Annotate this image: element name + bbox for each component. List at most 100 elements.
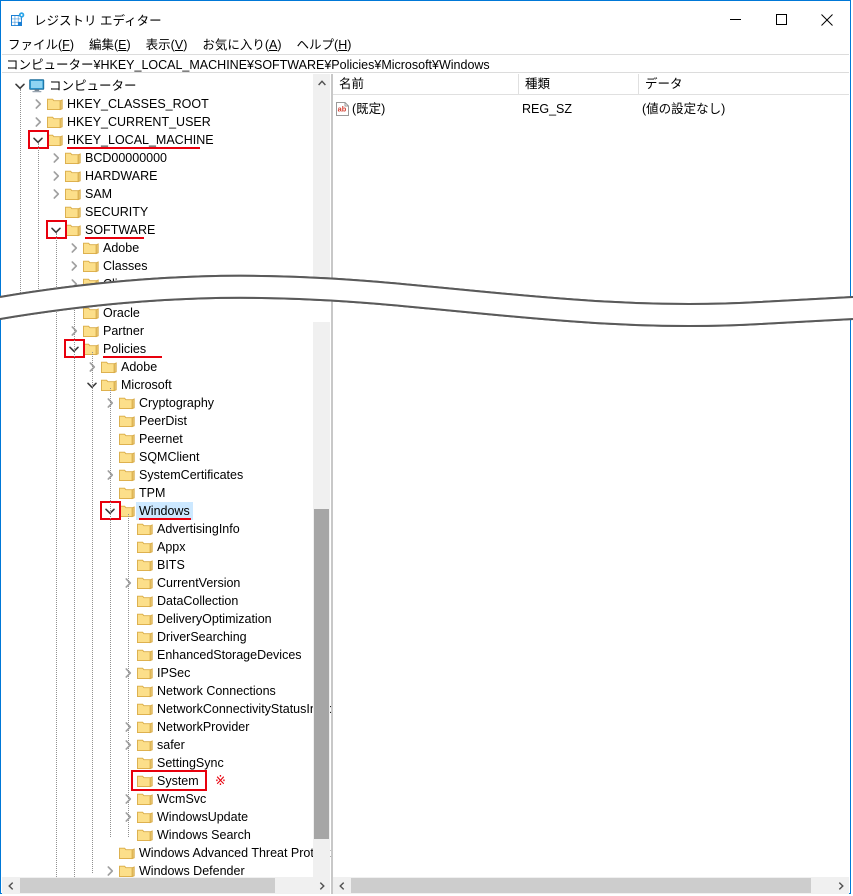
column-header-data[interactable]: データ xyxy=(639,74,849,94)
tree-guide-line xyxy=(110,388,111,837)
folder-icon xyxy=(119,396,135,410)
folder-icon xyxy=(137,540,153,554)
tree-item-label: SQMClient xyxy=(139,450,200,464)
tree-item-label: SystemCertificates xyxy=(139,468,244,482)
tree-item-label: Appx xyxy=(157,540,186,554)
tree-hscroll-right-button[interactable] xyxy=(313,877,330,894)
column-header-name[interactable]: 名前 xyxy=(333,74,519,94)
values-column-header: 名前 種類 データ xyxy=(333,74,849,95)
folder-icon xyxy=(137,828,153,842)
folder-icon xyxy=(65,169,81,183)
chevron-right-icon[interactable] xyxy=(48,150,64,166)
registry-values-pane[interactable]: 名前 種類 データ ab (既定) REG_SZ (値の設定なし) xyxy=(333,74,849,894)
tree-item-label: System xyxy=(157,774,199,788)
tree-item-label: SAM xyxy=(85,187,113,201)
folder-icon xyxy=(119,486,135,500)
tree-item-label: Windows Advanced Threat Protect xyxy=(139,846,331,860)
folder-icon xyxy=(83,277,99,291)
list-hscroll-left-button[interactable] xyxy=(333,877,350,894)
list-hscrollbar-thumb[interactable] xyxy=(351,878,811,893)
tree-item-label: IPSec xyxy=(157,666,191,680)
tree-vertical-scrollbar-lower[interactable] xyxy=(313,322,330,894)
tree-item-label: Clients xyxy=(103,277,142,291)
registry-editor-icon xyxy=(10,11,26,28)
chevron-right-icon[interactable] xyxy=(66,276,82,292)
tree-item-label: PeerDist xyxy=(139,414,187,428)
folder-icon xyxy=(137,756,153,770)
value-type: REG_SZ xyxy=(522,102,573,116)
folder-icon xyxy=(137,558,153,572)
tree-guide-line xyxy=(74,352,75,879)
column-header-type[interactable]: 種類 xyxy=(519,74,639,94)
tree-item-label: HKEY_CLASSES_ROOT xyxy=(67,97,209,111)
value-row-default[interactable]: ab (既定) REG_SZ (値の設定なし) xyxy=(333,100,849,119)
tree-item-label: WindowsUpdate xyxy=(157,810,249,824)
folder-icon xyxy=(83,241,99,255)
list-hscroll-right-button[interactable] xyxy=(832,877,849,894)
chevron-right-icon[interactable] xyxy=(30,96,46,112)
folder-icon xyxy=(119,846,135,860)
tree-guide-line xyxy=(38,143,39,293)
folder-icon xyxy=(101,378,117,392)
chevron-right-icon[interactable] xyxy=(66,258,82,274)
tree-item-label: Network Connections xyxy=(157,684,276,698)
folder-icon xyxy=(65,205,81,219)
tree-item-label: AdvertisingInfo xyxy=(157,522,240,536)
chevron-right-icon[interactable] xyxy=(30,114,46,130)
tree-item-label: WcmSvc xyxy=(157,792,207,806)
tree-item-label: HARDWARE xyxy=(85,169,158,183)
tree-horizontal-scrollbar[interactable] xyxy=(2,877,330,894)
menu-favorites[interactable]: お気に入り(A) xyxy=(202,34,281,53)
chevron-right-icon[interactable] xyxy=(66,240,82,256)
tree-item-label: safer xyxy=(157,738,185,752)
tree-item-label: HKEY_CURRENT_USER xyxy=(67,115,211,129)
folder-icon xyxy=(137,738,153,752)
value-data: (値の設定なし) xyxy=(642,102,726,116)
tree-guide-line xyxy=(20,89,21,293)
registry-tree-pane[interactable]: コンピューター HKEY_CLASSES_ROOT HKEY_CURRENT_USE… xyxy=(2,74,331,894)
address-bar[interactable]: コンピューター¥HKEY_LOCAL_MACHINE¥SOFTWARE¥Poli… xyxy=(2,54,849,73)
folder-icon xyxy=(137,684,153,698)
tree-scrollbar-thumb[interactable] xyxy=(314,509,329,839)
tree-item-label: Microsoft xyxy=(121,378,172,392)
tree-item-label: Windows Search xyxy=(157,828,251,842)
folder-icon xyxy=(137,810,153,824)
folder-icon xyxy=(119,450,135,464)
folder-icon xyxy=(119,432,135,446)
tree-guide-line xyxy=(92,352,93,873)
svg-text:ab: ab xyxy=(338,105,347,114)
tree-item-label: Windows xyxy=(136,502,193,520)
menu-edit[interactable]: 編集(E) xyxy=(89,34,131,53)
folder-icon xyxy=(137,648,153,662)
window-title: レジストリ エディター xyxy=(34,14,162,28)
chevron-right-icon[interactable] xyxy=(48,168,64,184)
tree-vertical-scrollbar-upper[interactable] xyxy=(313,74,330,292)
folder-icon xyxy=(119,864,135,878)
folder-icon xyxy=(65,223,81,237)
tree-scroll-up-button[interactable] xyxy=(313,74,330,91)
list-horizontal-scrollbar[interactable] xyxy=(333,877,849,894)
chevron-right-icon[interactable] xyxy=(48,186,64,202)
tree-item-label: DataCollection xyxy=(157,594,239,608)
menu-file[interactable]: ファイル(F) xyxy=(8,34,74,53)
tree-hscroll-left-button[interactable] xyxy=(2,877,19,894)
folder-icon xyxy=(83,306,99,320)
folder-icon xyxy=(83,342,99,356)
tree-item-label: Oracle xyxy=(103,306,140,320)
folder-icon xyxy=(47,97,63,111)
folder-icon xyxy=(137,630,153,644)
tree-item-label: DeliveryOptimization xyxy=(157,612,272,626)
tree-item-label: SECURITY xyxy=(85,205,149,219)
tree-item-label: Partner xyxy=(103,324,144,338)
folder-icon xyxy=(137,522,153,536)
folder-icon xyxy=(47,133,63,147)
registry-editor-window: レジストリ エディター ファイル(F) 編集(E) 表示(V) お気に入り(A)… xyxy=(0,0,851,894)
tree-item-label: BCD00000000 xyxy=(85,151,168,165)
folder-icon xyxy=(119,468,135,482)
folder-icon xyxy=(101,360,117,374)
menu-help[interactable]: ヘルプ(H) xyxy=(297,34,352,53)
tree-guide-line xyxy=(56,301,57,879)
tree-hscrollbar-thumb[interactable] xyxy=(20,878,275,893)
menu-view[interactable]: 表示(V) xyxy=(146,34,188,53)
